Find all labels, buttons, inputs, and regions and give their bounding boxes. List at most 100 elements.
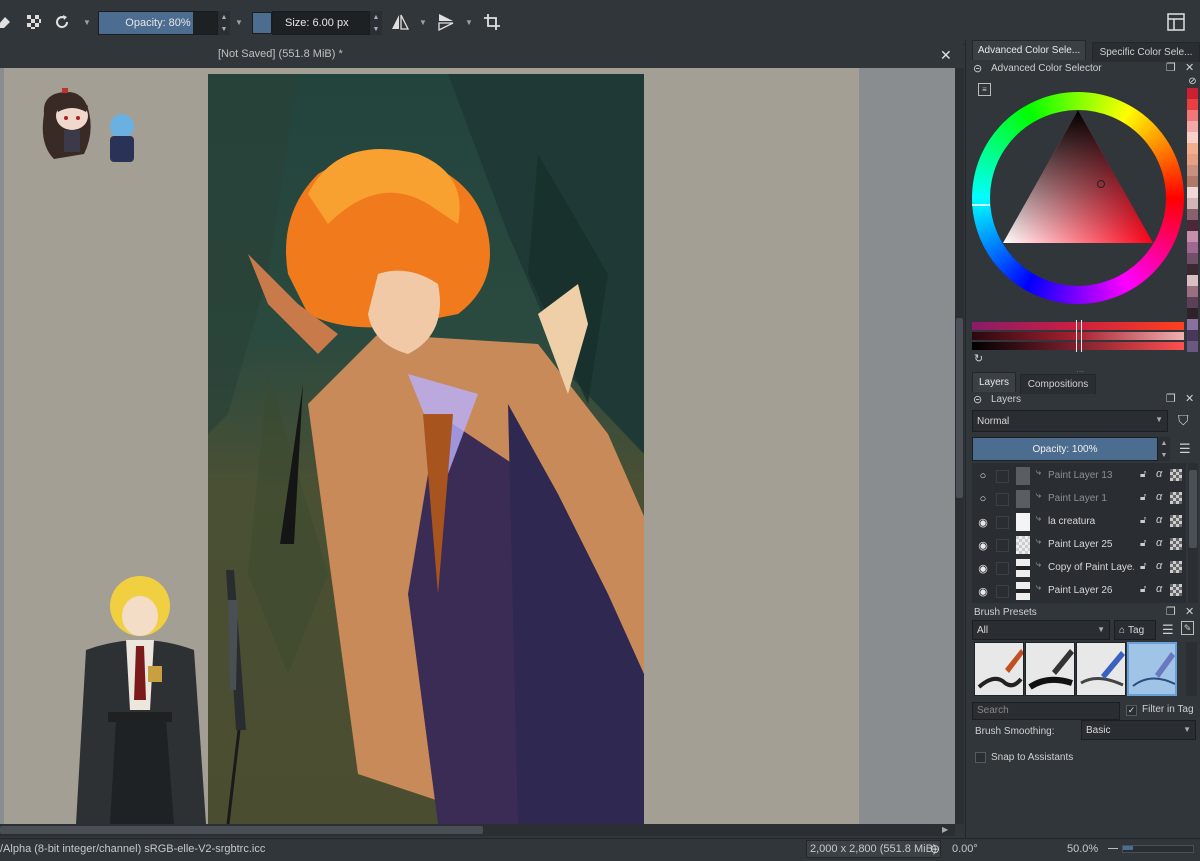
brush-search-input[interactable]: Search: [972, 702, 1120, 720]
status-zoom[interactable]: 50.0%: [1067, 843, 1098, 855]
color-swatch[interactable]: [1187, 110, 1198, 121]
layer-name[interactable]: Copy of Paint Laye...: [1048, 562, 1134, 573]
brush-preset-ink-pen[interactable]: [974, 642, 1024, 696]
mirror-vertical-icon[interactable]: [436, 12, 456, 32]
color-swatch[interactable]: [1187, 209, 1198, 220]
lock-icon[interactable]: 🔓︎: [1140, 515, 1146, 526]
color-swatch[interactable]: [1187, 99, 1198, 110]
color-swatch[interactable]: [1187, 143, 1198, 154]
brush-presets-close-icon[interactable]: ✕: [1185, 605, 1194, 618]
color-swatch[interactable]: [1187, 319, 1198, 330]
alpha-icon[interactable]: α: [1156, 583, 1162, 595]
lock-icon[interactable]: 🔓︎: [1140, 584, 1146, 595]
color-swatch[interactable]: [1187, 297, 1198, 308]
eye-icon[interactable]: ◉: [976, 515, 990, 529]
layers-panel-lock-icon[interactable]: ⊝: [973, 393, 982, 406]
color-swatch[interactable]: [1187, 264, 1198, 275]
size-spinner[interactable]: ▲ ▼: [370, 11, 382, 35]
slider-handle[interactable]: [1076, 320, 1082, 352]
color-wheel[interactable]: [972, 92, 1184, 304]
lock-icon[interactable]: 🔓︎: [1140, 492, 1146, 503]
eye-hidden-icon[interactable]: ○: [976, 469, 990, 483]
refresh-color-icon[interactable]: ↻: [974, 352, 983, 365]
blend-mode-select[interactable]: Normal ▼: [972, 410, 1168, 432]
brush-preset-selected-pen[interactable]: [1127, 642, 1177, 696]
layer-select-checkbox[interactable]: [996, 539, 1009, 552]
saturation-value-triangle[interactable]: [972, 92, 1184, 304]
alpha-lock-icon[interactable]: [24, 12, 44, 32]
brush-smoothing-select[interactable]: Basic ▼: [1081, 720, 1196, 740]
layers-scroll-thumb[interactable]: [1189, 470, 1197, 548]
color-swatch[interactable]: [1187, 231, 1198, 242]
tab-specific-color-selector[interactable]: Specific Color Sele...: [1092, 42, 1200, 62]
inherit-alpha-icon[interactable]: [1170, 538, 1182, 550]
color-swatch[interactable]: [1187, 308, 1198, 319]
alpha-icon[interactable]: α: [1156, 537, 1162, 549]
inherit-alpha-icon[interactable]: [1170, 469, 1182, 481]
tab-layers[interactable]: Layers: [972, 372, 1016, 392]
eye-icon[interactable]: ◉: [976, 584, 990, 598]
status-image-dimensions[interactable]: 2,000 x 2,800 (551.8 MiB): [806, 840, 941, 858]
canvas-vertical-scroll-thumb[interactable]: [956, 318, 963, 498]
mirror-horizontal-dropdown-arrow[interactable]: ▼: [418, 14, 428, 30]
inherit-alpha-icon[interactable]: [1170, 561, 1182, 573]
document-title[interactable]: [Not Saved] (551.8 MiB) *: [218, 48, 343, 60]
brush-preset-marker[interactable]: [1076, 642, 1126, 696]
eye-icon[interactable]: ◉: [976, 538, 990, 552]
layers-float-icon[interactable]: ❐: [1166, 392, 1176, 405]
eye-icon[interactable]: ◉: [976, 561, 990, 575]
reload-preset-icon[interactable]: [52, 12, 72, 32]
brush-filter-select[interactable]: All ▼: [972, 620, 1110, 640]
color-swatch[interactable]: [1187, 176, 1198, 187]
mirror-horizontal-icon[interactable]: [390, 12, 410, 32]
brush-tag-select[interactable]: ⌂ Tag: [1114, 620, 1156, 640]
inherit-alpha-icon[interactable]: [1170, 492, 1182, 504]
layer-row[interactable]: ○ ⤷ Paint Layer 1 🔓︎ α: [972, 488, 1186, 510]
alpha-icon[interactable]: α: [1156, 491, 1162, 503]
color-swatch[interactable]: [1187, 253, 1198, 264]
color-swatch[interactable]: [1187, 165, 1198, 176]
color-swatch[interactable]: [1187, 286, 1198, 297]
color-swatch[interactable]: [1187, 242, 1198, 253]
inherit-alpha-icon[interactable]: [1170, 584, 1182, 596]
layer-name[interactable]: Paint Layer 13: [1048, 470, 1134, 481]
layer-filter-icon[interactable]: ⛉: [1178, 412, 1189, 429]
brush-edit-icon[interactable]: ✎: [1181, 621, 1194, 635]
eye-hidden-icon[interactable]: ○: [976, 492, 990, 506]
brush-preset-brush[interactable]: [1025, 642, 1075, 696]
scroll-right-arrow-icon[interactable]: ▶: [942, 825, 948, 834]
brush-presets-float-icon[interactable]: ❐: [1166, 605, 1176, 618]
size-slider-handle[interactable]: [252, 12, 272, 34]
brush-presets-scrollbar[interactable]: [1186, 642, 1197, 696]
layer-opacity-slider[interactable]: Opacity: 100%: [972, 437, 1158, 461]
alpha-icon[interactable]: α: [1156, 468, 1162, 480]
lock-icon[interactable]: 🔓︎: [1140, 469, 1146, 480]
layer-name[interactable]: Paint Layer 26: [1048, 585, 1134, 596]
float-panel-icon[interactable]: ❐: [1166, 61, 1176, 74]
reload-dropdown-arrow[interactable]: ▼: [82, 14, 92, 30]
alpha-icon[interactable]: α: [1156, 514, 1162, 526]
alpha-icon[interactable]: α: [1156, 560, 1162, 572]
opacity-spinner[interactable]: ▲ ▼: [218, 11, 230, 35]
layer-select-checkbox[interactable]: [996, 493, 1009, 506]
color-swatch[interactable]: [1187, 330, 1198, 341]
lock-icon[interactable]: 🔓︎: [1140, 561, 1146, 572]
rotation-icon[interactable]: ⊖: [930, 842, 944, 856]
brush-view-menu-icon[interactable]: ☰: [1162, 622, 1174, 638]
canvas-horizontal-scroll-thumb[interactable]: [0, 826, 483, 834]
zoom-out-icon[interactable]: [1108, 848, 1118, 849]
size-slider[interactable]: Size: 6.00 px: [272, 11, 370, 35]
eraser-icon[interactable]: [0, 12, 14, 32]
layer-row[interactable]: ◉ ⤷ Paint Layer 26 🔓︎ α: [972, 580, 1186, 602]
panel-lock-icon[interactable]: ⊝: [973, 62, 982, 75]
close-document-icon[interactable]: ✕: [940, 47, 952, 64]
inherit-alpha-icon[interactable]: [1170, 515, 1182, 527]
opacity-slider[interactable]: Opacity: 80%: [98, 11, 218, 35]
filter-in-tag-checkbox[interactable]: ✓: [1126, 705, 1137, 716]
close-panel-icon[interactable]: ✕: [1185, 61, 1194, 74]
tab-advanced-color-selector[interactable]: Advanced Color Sele...: [972, 40, 1086, 60]
layers-menu-icon[interactable]: ☰: [1179, 441, 1191, 457]
crop-icon[interactable]: [482, 12, 502, 32]
layer-name[interactable]: la creatura: [1048, 516, 1134, 527]
workspace-chooser-icon[interactable]: [1166, 12, 1186, 32]
